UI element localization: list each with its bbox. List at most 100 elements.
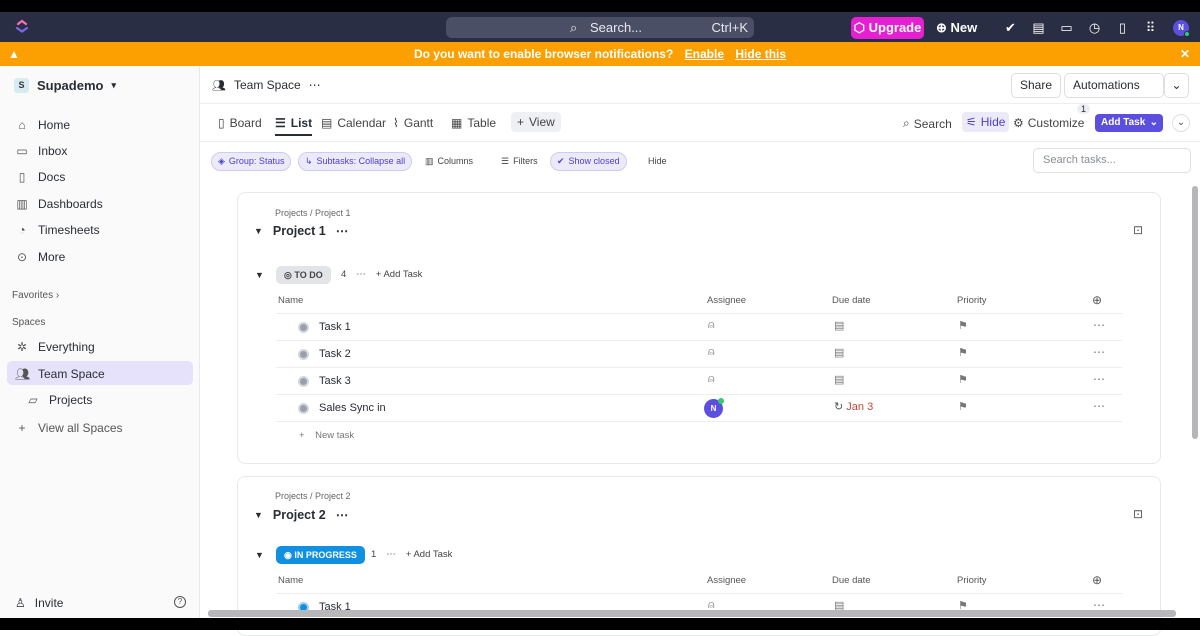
add-column-icon[interactable]: ⊕ [1092,293,1102,307]
sidebar-item-timesheets[interactable]: ◔ Timesheets [15,223,99,237]
caret-down-icon[interactable]: ▼ [255,270,264,280]
filters-chip[interactable]: ☰ Filters [495,152,544,171]
due-date[interactable]: ↻ Jan 3 [834,400,873,413]
table-row[interactable]: Sales Sync in N ↻ Jan 3 ⚑ ⋯ [276,395,1122,422]
flag-icon[interactable]: ⚑ [958,319,968,332]
table-row[interactable]: Task 2 ⍝ ▤ ⚑ ⋯ [276,341,1122,368]
tab-table[interactable]: ▦ Table [451,116,496,130]
chevron-down-icon[interactable]: ⌄ [1164,73,1189,98]
task-name[interactable]: Task 2 [319,348,351,360]
add-task-inline[interactable]: + Add Task [406,549,453,560]
status-badge[interactable]: ◎ TO DO [276,266,331,284]
status-badge[interactable]: ◉ IN PROGRESS [276,546,365,564]
close-icon[interactable]: ✕ [1180,42,1190,66]
search-button[interactable]: ⌕ Search [903,116,952,131]
add-assignee-icon[interactable]: ⍝ [708,373,715,386]
alarm-clock-icon[interactable]: ◷ [1087,20,1102,35]
customize-button[interactable]: ⚙ Customize [1013,116,1084,130]
new-button[interactable]: ⊕ New [936,18,977,38]
task-name[interactable]: Sales Sync in [319,402,386,414]
show-closed-chip[interactable]: ✔ Show closed [550,152,627,171]
more-options-icon[interactable]: ⋯ [356,269,366,280]
caret-down-icon[interactable]: ▼ [254,510,263,520]
sidebar-item-everything[interactable]: ✲ Everything [15,340,95,354]
search-tasks-input[interactable]: Search tasks... [1033,148,1191,173]
document-icon[interactable]: ▯ [1115,20,1130,35]
more-options-icon[interactable]: ⋯ [1093,372,1105,386]
add-column-icon[interactable]: ⊕ [1092,573,1102,587]
project-title-label[interactable]: Project 2 [273,508,326,522]
collapse-panel-icon[interactable]: ⊡ [1133,223,1143,237]
more-options-icon[interactable]: ⋯ [1093,318,1105,332]
add-assignee-icon[interactable]: ⍝ [708,346,715,359]
caret-down-icon[interactable]: ▼ [254,226,263,236]
calendar-plus-icon[interactable]: ▤ [834,373,844,386]
upgrade-button[interactable]: ⬡ Upgrade [851,17,924,39]
task-name[interactable]: Task 3 [319,375,351,387]
sidebar-item-projects[interactable]: ▱ Projects [26,393,92,407]
column-header-name[interactable]: Name [278,295,303,306]
task-status-icon[interactable] [298,403,309,414]
workspace-switcher[interactable]: S Supademo ▾ [14,78,116,93]
invite-button[interactable]: ♙ Invite [15,596,63,610]
user-avatar[interactable]: N [1173,20,1190,37]
more-options-icon[interactable]: ⋯ [386,549,396,560]
more-options-icon[interactable]: ⋯ [336,507,349,522]
column-header-assignee[interactable]: Assignee [707,295,746,306]
more-options-icon[interactable]: ⋯ [1093,399,1105,413]
task-status-icon[interactable] [298,349,309,360]
column-header-due-date[interactable]: Due date [832,575,871,586]
project-title-label[interactable]: Project 1 [273,224,326,238]
space-title[interactable]: Team Space [234,78,301,92]
help-icon[interactable]: ? [174,596,186,608]
calendar-plus-icon[interactable]: ▤ [834,319,844,332]
flag-icon[interactable]: ⚑ [958,400,968,413]
project-breadcrumb[interactable]: Projects / Project 1 [275,208,351,218]
column-header-priority[interactable]: Priority [957,575,987,586]
flag-icon[interactable]: ⚑ [958,373,968,386]
automations-button[interactable]: Automations 1 [1064,73,1164,114]
collapse-toolbar-icon[interactable]: ⌄ [1172,114,1190,132]
tab-list[interactable]: ☰ List [275,116,313,136]
sidebar-item-more[interactable]: ⊙ More [15,250,65,264]
task-name[interactable]: Task 1 [319,321,351,333]
favorites-section[interactable]: Favorites › [12,290,59,301]
columns-chip[interactable]: ▥ Columns [419,152,480,171]
sidebar-item-inbox[interactable]: ▭ Inbox [15,144,67,158]
horizontal-scrollbar[interactable] [208,610,1176,617]
assignee-avatar[interactable]: N [704,398,724,418]
task-status-icon[interactable] [298,322,309,333]
table-row[interactable]: Task 3 ⍝ ▤ ⚑ ⋯ [276,368,1122,395]
task-status-icon[interactable] [298,376,309,387]
caret-down-icon[interactable]: ▼ [255,550,264,560]
tab-gantt[interactable]: ⌇ Gantt [393,116,433,130]
column-header-assignee[interactable]: Assignee [707,575,746,586]
subtasks-chip[interactable]: ↳ Subtasks: Collapse all [298,152,413,171]
global-search[interactable]: ⌕ Search... Ctrl+K [446,17,754,38]
more-options-icon[interactable]: ⋯ [1093,345,1105,359]
sidebar-item-dashboards[interactable]: ▥ Dashboards [15,197,102,211]
tab-board[interactable]: ▯ Board [218,116,262,130]
sidebar-item-docs[interactable]: ▯ Docs [15,170,66,184]
column-header-name[interactable]: Name [278,575,303,586]
sidebar-item-team-space[interactable]: 👥︎ Team Space [15,367,105,381]
sidebar-item-home[interactable]: ⌂ Home [15,118,70,132]
notepad-icon[interactable]: ▤ [1031,20,1046,35]
calendar-plus-icon[interactable]: ▤ [834,346,844,359]
check-circle-icon[interactable]: ✔ [1003,20,1018,35]
add-assignee-icon[interactable]: ⍝ [708,319,715,332]
more-options-icon[interactable]: ⋯ [336,223,349,238]
sidebar-item-view-all-spaces[interactable]: + View all Spaces [15,421,122,435]
group-by-chip[interactable]: ◈ Group: Status [211,152,292,171]
collapse-panel-icon[interactable]: ⊡ [1133,507,1143,521]
hide-filters-chip[interactable]: Hide [642,152,673,171]
add-task-inline[interactable]: + Add Task [376,269,423,280]
hide-button[interactable]: ⚟ Hide [962,112,1010,132]
flag-icon[interactable]: ⚑ [958,346,968,359]
table-row[interactable]: Task 1 ⍝ ▤ ⚑ ⋯ [276,314,1122,341]
tab-calendar[interactable]: ▤ Calendar [321,116,386,130]
more-options-icon[interactable]: ⋯ [309,78,321,92]
video-icon[interactable]: ▭ [1059,20,1074,35]
add-view-button[interactable]: + View [511,112,561,132]
column-header-priority[interactable]: Priority [957,295,987,306]
